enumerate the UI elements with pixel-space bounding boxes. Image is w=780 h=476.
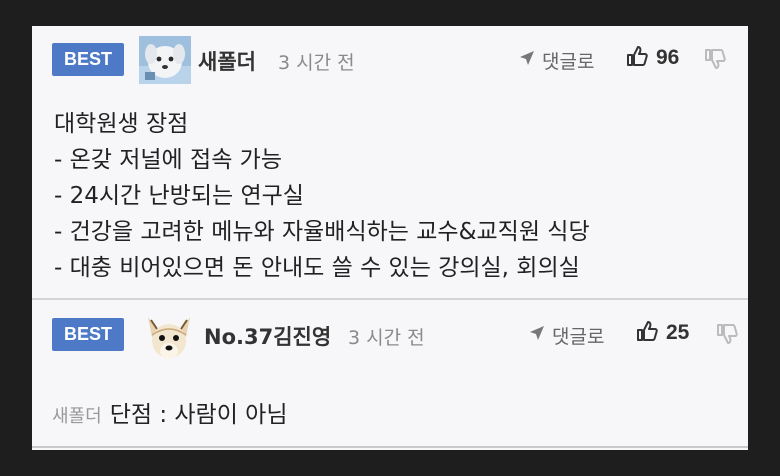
comment-divider [32,298,748,300]
like-button[interactable]: 96 [626,45,679,71]
avatar-dog-icon[interactable] [139,36,191,84]
comment-line: - 온갖 저널에 접속 가능 [54,147,282,173]
comment-header: BEST No.37김진영 3 시간 전 댓글로 25 [32,301,748,361]
thumbs-up-icon [626,45,648,71]
reply-mention[interactable]: 새폴더 [52,402,102,428]
thumbs-down-icon[interactable] [716,323,738,349]
like-count: 96 [656,46,680,69]
comment-line: - 대충 비어있으면 돈 안내도 쓸 수 있는 강의실, 회의실 [54,255,580,281]
comment-panel: BEST 새폴더 3 시간 전 댓글로 96 대학원생 장점 - 온갖 저널에 … [32,26,748,450]
comment-item: BEST No.37김진영 3 시간 전 댓글로 25 새폴더 단점: 사람이… [32,301,748,450]
reply-arrow-icon [518,49,536,72]
thumbs-up-icon [636,320,658,346]
reply-button[interactable]: 댓글로 [518,47,594,74]
reply-button[interactable]: 댓글로 [528,322,604,349]
comment-divider [32,446,748,448]
comment-body: 대학원생 장점 - 온갖 저널에 접속 가능 - 24시간 난방되는 연구실 -… [54,106,734,286]
reply-label: 댓글로 [552,326,605,348]
best-badge: BEST [52,318,124,351]
like-count: 25 [666,321,690,344]
best-badge: BEST [52,43,124,76]
comment-line: - 건강을 고려한 메뉴와 자율배식하는 교수&교직원 식당 [54,219,590,245]
comment-line: 대학원생 장점 [54,111,189,137]
thumbs-down-icon[interactable] [704,48,726,74]
like-button[interactable]: 25 [636,320,689,346]
comment-header: BEST 새폴더 3 시간 전 댓글로 96 [32,26,748,86]
reply-label: 댓글로 [542,51,595,73]
username[interactable]: No.37김진영 [204,321,331,351]
reply-arrow-icon [528,324,546,347]
timestamp: 3 시간 전 [348,327,425,349]
timestamp: 3 시간 전 [278,52,355,74]
comment-text: 단점 : 사람이 아님 [109,402,288,428]
comment-line: - 24시간 난방되는 연구실 [54,183,304,209]
comment-item: BEST 새폴더 3 시간 전 댓글로 96 대학원생 장점 - 온갖 저널에 … [32,26,748,298]
avatar-chihuahua-icon[interactable] [144,315,196,363]
comment-body: 새폴더 단점 : 사람이 아님 [52,395,288,429]
username[interactable]: 새폴더 [198,46,256,76]
